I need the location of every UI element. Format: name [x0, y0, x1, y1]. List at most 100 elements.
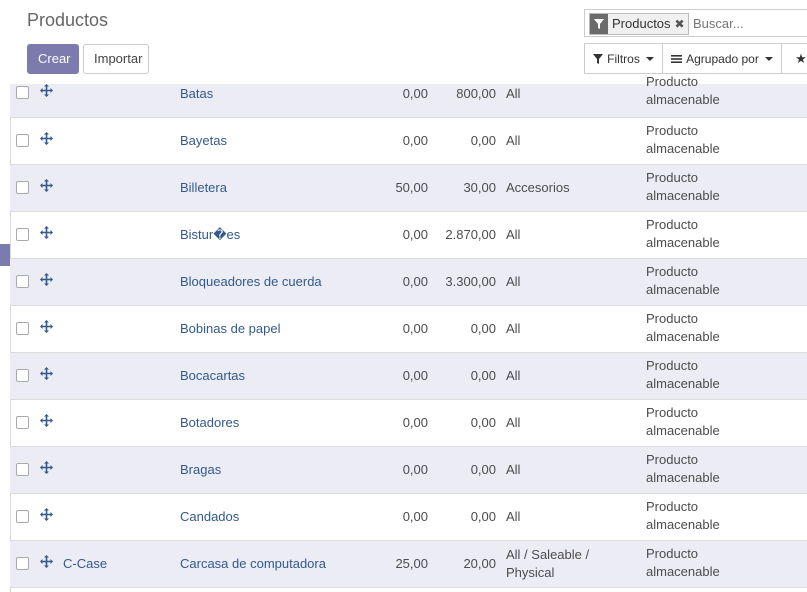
- row-checkbox[interactable]: [16, 510, 29, 523]
- cost-price: 0,00: [470, 415, 496, 430]
- row-checkbox[interactable]: [16, 181, 29, 194]
- drag-handle-icon[interactable]: [40, 273, 53, 286]
- product-type-line-1: Producto: [646, 358, 699, 373]
- drag-handle-icon[interactable]: [40, 367, 53, 380]
- product-type-line-1: Producto: [646, 499, 699, 514]
- product-name: Bobinas de papel: [180, 321, 281, 336]
- product-type-line-2: almacenable: [646, 564, 720, 579]
- search-box[interactable]: Productos ✖: [584, 9, 807, 37]
- create-button[interactable]: Crear: [27, 44, 79, 74]
- row-checkbox[interactable]: [16, 86, 29, 99]
- product-type-line-1: Producto: [646, 264, 699, 279]
- drag-handle-icon[interactable]: [40, 461, 53, 474]
- drag-handle-icon[interactable]: [40, 84, 53, 97]
- drag-handle-icon[interactable]: [40, 508, 53, 521]
- product-name: Bloqueadores de cuerda: [180, 274, 322, 289]
- table-row[interactable]: Botadores 0,00 0,00 All Producto almacenable: [10, 400, 807, 447]
- cost-price: 30,00: [463, 180, 496, 195]
- table-row[interactable]: Bistur�es 0,00 2.870,00 All Producto almacena…: [10, 212, 807, 259]
- drag-handle-icon[interactable]: [40, 226, 53, 239]
- product-type-line-2: almacenable: [646, 235, 720, 250]
- product-type-line-1: Producto: [646, 546, 699, 561]
- product-type-line-1: Producto: [646, 170, 699, 185]
- sale-price: 25,00: [395, 556, 428, 571]
- table-row[interactable]: Bayetas 0,00 0,00 All Producto almacenable: [10, 118, 807, 165]
- product-type-line-2: almacenable: [646, 141, 720, 156]
- product-category: All: [506, 462, 521, 477]
- cost-price: 800,00: [456, 86, 496, 101]
- sale-price: 0,00: [402, 509, 428, 524]
- sale-price: 0,00: [402, 133, 428, 148]
- row-checkbox[interactable]: [16, 557, 29, 570]
- product-type-line-1: Producto: [646, 405, 699, 420]
- product-name: Botadores: [180, 415, 240, 430]
- sale-price: 0,00: [402, 321, 428, 336]
- product-type-line-2: almacenable: [646, 376, 720, 391]
- product-name: Candados: [180, 509, 240, 524]
- table-row[interactable]: C-Case Carcasa de computadora 25,00 20,00 Al…: [10, 541, 807, 588]
- product-name: Bocacartas: [180, 368, 246, 383]
- sale-price: 0,00: [402, 462, 428, 477]
- row-checkbox[interactable]: [16, 369, 29, 382]
- product-reference: C-Case: [63, 556, 108, 571]
- import-button[interactable]: Importar: [83, 44, 149, 74]
- cost-price: 0,00: [470, 133, 496, 148]
- cost-price: 0,00: [470, 321, 496, 336]
- table-row[interactable]: Bobinas de papel 0,00 0,00 All Producto almac…: [10, 306, 807, 353]
- product-name: Bayetas: [180, 133, 227, 148]
- table-row[interactable]: Bloqueadores de cuerda 0,00 3.300,00 All Pro…: [10, 259, 807, 306]
- cost-price: 0,00: [470, 368, 496, 383]
- product-type-line-1: Producto: [646, 311, 699, 326]
- drag-handle-icon[interactable]: [40, 320, 53, 333]
- groupby-dropdown[interactable]: Agrupado por: [662, 43, 782, 74]
- drag-handle-icon[interactable]: [40, 555, 53, 568]
- filters-label: Filtros: [607, 51, 640, 66]
- table-row[interactable]: Bocacartas 0,00 0,00 All Producto almacenable: [10, 353, 807, 400]
- row-checkbox[interactable]: [16, 463, 29, 476]
- product-type-line-1: Producto: [646, 452, 699, 467]
- filter-icon: [593, 53, 604, 64]
- search-input[interactable]: [691, 15, 807, 32]
- product-name: Billetera: [180, 180, 227, 195]
- product-type-line-2: almacenable: [646, 329, 720, 344]
- filters-dropdown[interactable]: Filtros: [584, 43, 663, 74]
- drag-handle-icon[interactable]: [40, 414, 53, 427]
- product-category: All: [506, 368, 521, 383]
- sale-price: 50,00: [395, 180, 428, 195]
- drag-handle-icon[interactable]: [40, 179, 53, 192]
- sale-price: 0,00: [402, 415, 428, 430]
- drag-handle-icon[interactable]: [40, 132, 53, 145]
- filter-icon: [590, 14, 608, 34]
- cost-price: 0,00: [470, 462, 496, 477]
- product-type-line-2: almacenable: [646, 282, 720, 297]
- star-icon: ★: [795, 50, 807, 66]
- page-title: Productos: [27, 10, 109, 30]
- row-checkbox[interactable]: [16, 228, 29, 241]
- product-category: Accesorios: [506, 180, 570, 195]
- cost-price: 2.870,00: [445, 227, 496, 242]
- product-type-line-2: almacenable: [646, 188, 720, 203]
- product-category: All: [506, 321, 521, 336]
- product-category: All: [506, 509, 521, 524]
- table-row[interactable]: Billetera 50,00 30,00 Accesorios Producto alm…: [10, 165, 807, 212]
- list-icon: [671, 54, 683, 63]
- product-name: Bragas: [180, 462, 222, 477]
- close-icon[interactable]: ✖: [675, 14, 688, 34]
- cost-price: 3.300,00: [445, 274, 496, 289]
- table-row[interactable]: Bragas 0,00 0,00 All Producto almacenable: [10, 447, 807, 494]
- chevron-down-icon: [645, 56, 654, 61]
- row-checkbox[interactable]: [16, 134, 29, 147]
- favorites-dropdown[interactable]: ★: [781, 43, 807, 74]
- product-type-line-2: almacenable: [646, 517, 720, 532]
- table-row[interactable]: Batas 0,00 800,00 All Producto almacenable: [10, 74, 807, 118]
- search-facet[interactable]: Productos ✖: [589, 13, 689, 35]
- product-category: All: [506, 415, 521, 430]
- row-checkbox[interactable]: [16, 275, 29, 288]
- sale-price: 0,00: [402, 227, 428, 242]
- product-type-line-2: almacenable: [646, 92, 720, 107]
- row-checkbox[interactable]: [16, 322, 29, 335]
- left-rail-indicator: [0, 244, 10, 266]
- row-checkbox[interactable]: [16, 416, 29, 429]
- table-row[interactable]: Candados 0,00 0,00 All Producto almacenable: [10, 494, 807, 541]
- product-category: All: [506, 274, 521, 289]
